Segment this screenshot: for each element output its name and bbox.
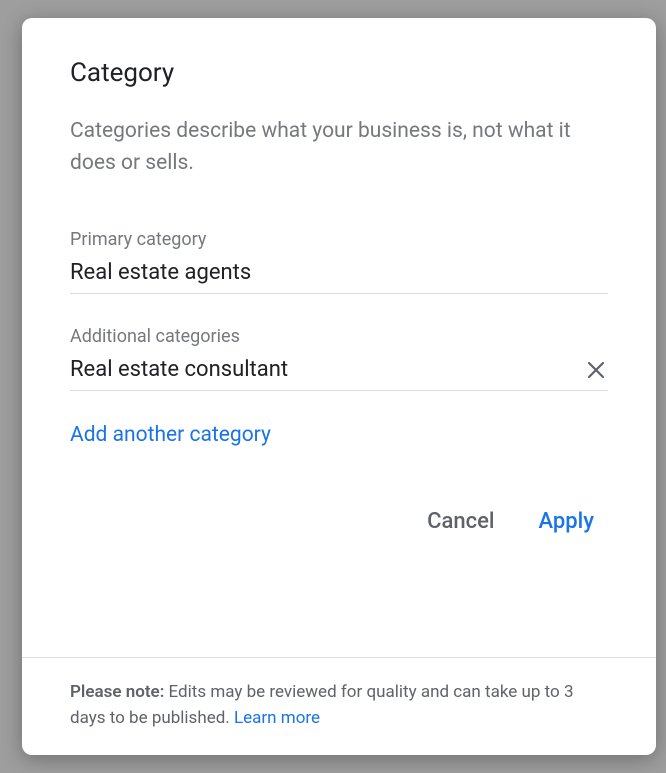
modal-description: Categories describe what your business i… (70, 116, 608, 179)
apply-button[interactable]: Apply (534, 503, 598, 540)
primary-category-input[interactable] (70, 260, 608, 285)
modal-actions: Cancel Apply (70, 503, 608, 540)
remove-category-icon[interactable] (584, 358, 608, 382)
primary-category-row (70, 260, 608, 294)
add-another-category-link[interactable]: Add another category (70, 423, 271, 447)
category-modal: Category Categories describe what your b… (22, 18, 656, 755)
cancel-button[interactable]: Cancel (423, 503, 498, 540)
learn-more-link[interactable]: Learn more (234, 708, 320, 728)
additional-category-input[interactable] (70, 357, 568, 382)
primary-category-label: Primary category (70, 229, 608, 250)
additional-categories-label: Additional categories (70, 326, 608, 347)
modal-body: Category Categories describe what your b… (22, 18, 656, 657)
modal-title: Category (70, 58, 608, 88)
footer-note-prefix: Please note: (70, 682, 164, 702)
additional-category-row (70, 357, 608, 391)
modal-footer-note: Please note: Edits may be reviewed for q… (22, 657, 656, 755)
